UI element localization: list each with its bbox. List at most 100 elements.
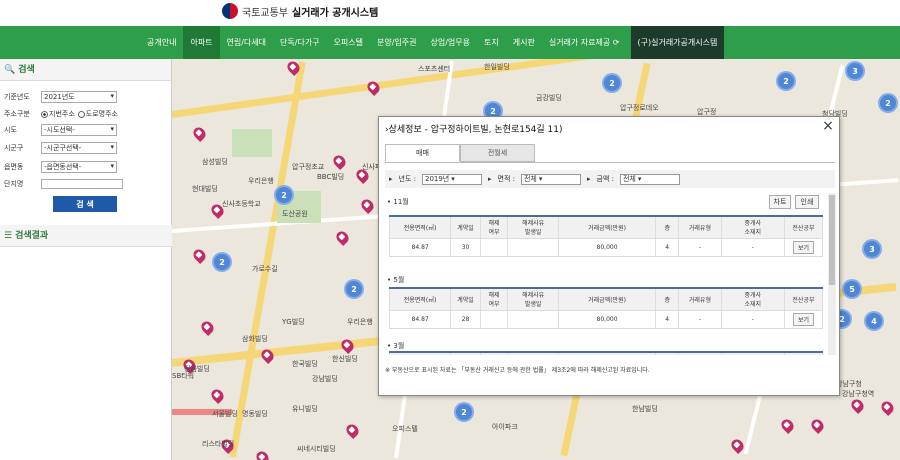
map-place-label: 씨네시티빌딩 [297, 445, 336, 453]
map-place-label: 강남구청역 [842, 390, 875, 398]
nav-item[interactable]: 상업/업무용 [424, 26, 478, 59]
month-section: • 5월 전용면적(㎡) 계약일 해제 여부 해제사유 발생일 거래금액(만원) 층 거래유… [385, 273, 824, 343]
cluster-marker[interactable]: 2 [602, 73, 622, 93]
nav-item[interactable]: 아파트 [183, 26, 220, 59]
apartment-marker-icon[interactable] [199, 319, 216, 336]
view-ledger-button[interactable]: 보기 [792, 240, 814, 254]
tab-sale[interactable]: 매매 [385, 144, 460, 162]
nav-item[interactable]: 토지 [477, 26, 506, 59]
cell-agent: - [720, 237, 785, 257]
filter-bullet-icon: ▸ [586, 175, 591, 183]
map-place-label: 한국빌딩 [292, 360, 318, 368]
cluster-marker[interactable]: 3 [862, 239, 882, 259]
apartment-marker-icon[interactable] [359, 197, 376, 214]
apartment-marker-icon[interactable] [849, 397, 866, 414]
column-header: 전산공부 [783, 351, 824, 355]
cluster-marker[interactable]: 3 [845, 61, 865, 81]
close-icon[interactable]: × [821, 119, 835, 133]
view-ledger-button[interactable]: 보기 [792, 312, 814, 326]
cluster-marker[interactable]: 2 [212, 252, 232, 272]
print-button[interactable]: 인쇄 [795, 195, 819, 209]
column-header: 해제사유 발생일 [507, 287, 559, 311]
tab-rent[interactable]: 전월세 [460, 144, 535, 162]
base-year-select[interactable]: 2021년도 [41, 91, 117, 103]
map-place-label: 강남빌딩 [312, 375, 338, 383]
apartment-marker-icon[interactable] [209, 387, 226, 404]
cluster-marker[interactable]: 2 [274, 185, 294, 205]
cell-floor: 4 [655, 237, 680, 257]
city-select[interactable]: -시도선택- [41, 124, 117, 136]
map-place-label: 스포츠센터 [418, 65, 451, 73]
column-header: 거래유형 [678, 287, 722, 311]
map-place-label: 유니빌딩 [292, 405, 318, 413]
jibun-radio[interactable]: 지번주소 [41, 109, 75, 119]
cell-cancel-date [507, 237, 559, 257]
nav-item[interactable]: 실거래가 자료제공 ⟳ [542, 26, 627, 59]
dong-select[interactable]: -읍면동선택- [41, 161, 117, 173]
government-emblem-icon [222, 3, 238, 19]
road-radio[interactable]: 도로명주소 [77, 109, 118, 119]
map-place-label: 압구정로데오 [620, 104, 659, 112]
column-header: 거래금액(만원) [557, 287, 657, 311]
column-header: 계약일 [450, 287, 481, 311]
district-select[interactable]: -시군구선택- [41, 142, 117, 154]
search-sidebar: 🔍 검색 기준년도 2021년도 주소구분 지번주소 도로명주소 시도 -시도선… [0, 59, 172, 460]
apartment-marker-icon[interactable] [334, 229, 351, 246]
nav-item[interactable]: 연립/다세대 [220, 26, 274, 59]
nav-item[interactable]: 게시판 [506, 26, 542, 59]
address-type-label: 주소구분 [4, 110, 30, 118]
deal-list-scrollbar[interactable] [828, 193, 836, 355]
cluster-marker[interactable]: 5 [842, 279, 862, 299]
apartment-marker-icon[interactable] [779, 417, 796, 434]
site-logo[interactable]: 국토교통부 실거래가 공개시스템 [222, 2, 378, 20]
city-row: 시도 -시도선택- [4, 123, 170, 137]
column-header: 전용면적(㎡) [388, 215, 452, 239]
popup-title-text: 상세정보 - 압구정하이트빌, 논현로154길 11) [388, 125, 563, 135]
site-header: 국토교통부 실거래가 공개시스템 [0, 0, 900, 26]
cell-price: 80,000 [557, 309, 657, 329]
search-button[interactable]: 검 색 [53, 196, 117, 212]
month-section: • 11월 차트 인쇄 전용면적(㎡) 계약일 해제 여부 해제사유 발생일 거래금액(… [385, 193, 824, 275]
month-label: 3월 [393, 342, 405, 350]
cluster-marker[interactable]: 2 [454, 402, 474, 422]
filter-bullet-icon: ▸ [389, 175, 393, 183]
complex-name-input[interactable] [41, 179, 123, 189]
city-label: 시도 [4, 126, 17, 134]
chart-button[interactable]: 차트 [769, 195, 791, 209]
nav-item[interactable]: (구)실거래가공개시스템 [630, 26, 725, 59]
cluster-marker[interactable]: 2 [776, 71, 796, 91]
cluster-marker[interactable]: 2 [878, 93, 898, 113]
radio-selected-icon [41, 110, 48, 118]
column-header: 층 [655, 287, 680, 311]
apartment-marker-icon[interactable] [879, 399, 896, 416]
deal-list-scroll[interactable]: • 11월 차트 인쇄 전용면적(㎡) 계약일 해제 여부 해제사유 발생일 거래금액(… [385, 193, 829, 355]
cell-agent: - [720, 309, 785, 329]
complex-row: 단지명 [4, 177, 170, 191]
nav-item[interactable]: 단독/다가구 [273, 26, 327, 59]
map-place-label: 명동빌딩 [242, 410, 268, 418]
apartment-marker-icon[interactable] [331, 153, 348, 170]
scrollbar-thumb[interactable] [829, 195, 835, 285]
amount-filter-select[interactable]: 전체 [619, 173, 680, 185]
area-filter-select[interactable]: 전체 [520, 173, 581, 185]
nav-item[interactable]: 오피스텔 [327, 26, 370, 59]
apartment-marker-icon[interactable] [191, 247, 208, 264]
apartment-marker-icon[interactable] [344, 422, 361, 439]
apartment-marker-icon[interactable] [254, 449, 271, 460]
month-heading: • 5월 [387, 276, 405, 284]
base-year-row: 기준년도 2021년도 [4, 90, 170, 104]
deal-tabs: 매매 전월세 [385, 144, 535, 162]
column-header: 해제사유 발생일 [507, 351, 559, 355]
column-header: 해제 여부 [479, 215, 509, 239]
cluster-marker[interactable]: 4 [864, 311, 884, 331]
nav-item[interactable]: 분양/입주권 [370, 26, 424, 59]
column-header: 전산공부 [783, 287, 824, 311]
deal-table: 전용면적(㎡)계약일해제 여부해제사유 발생일거래금액(만원)층거래유형중개사 … [388, 351, 824, 355]
road-radio-label: 도로명주소 [85, 110, 118, 118]
year-filter-select[interactable]: 2019년 [421, 173, 482, 185]
apartment-marker-icon[interactable] [191, 125, 208, 142]
cluster-marker[interactable]: 2 [344, 279, 364, 299]
apartment-marker-icon[interactable] [809, 417, 826, 434]
complex-label: 단지명 [4, 180, 24, 188]
nav-item[interactable]: 공개안내 [140, 26, 183, 59]
